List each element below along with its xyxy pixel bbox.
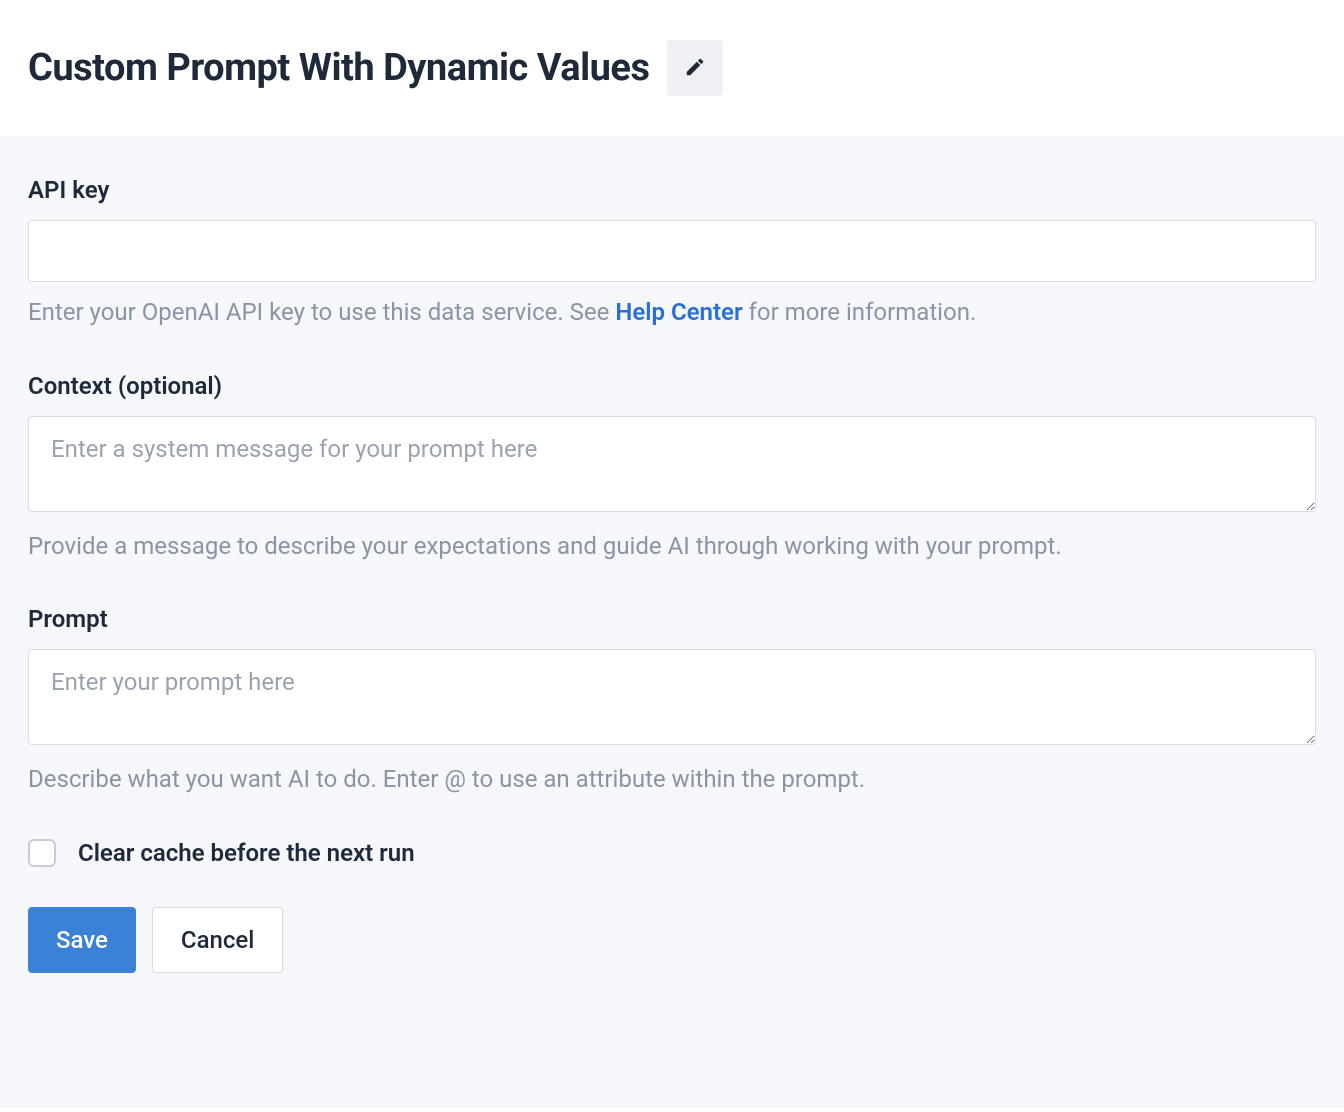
clear-cache-checkbox[interactable] (28, 839, 56, 867)
prompt-help: Describe what you want AI to do. Enter @… (28, 763, 1316, 797)
page-title: Custom Prompt With Dynamic Values (28, 46, 649, 90)
help-center-link[interactable]: Help Center (615, 298, 742, 326)
api-key-label: API key (28, 176, 1316, 204)
prompt-input[interactable] (28, 649, 1316, 745)
clear-cache-label: Clear cache before the next run (78, 839, 415, 867)
prompt-label: Prompt (28, 605, 1316, 633)
save-button[interactable]: Save (28, 907, 136, 973)
api-key-help-after: for more information. (743, 298, 977, 326)
api-key-help-before: Enter your OpenAI API key to use this da… (28, 298, 615, 326)
context-input[interactable] (28, 416, 1316, 512)
api-key-input[interactable] (28, 220, 1316, 282)
cancel-button[interactable]: Cancel (152, 907, 283, 973)
edit-title-button[interactable] (667, 40, 723, 96)
context-help: Provide a message to describe your expec… (28, 530, 1316, 564)
pencil-icon (684, 56, 706, 81)
api-key-help: Enter your OpenAI API key to use this da… (28, 296, 1316, 330)
context-label: Context (optional) (28, 372, 1316, 400)
